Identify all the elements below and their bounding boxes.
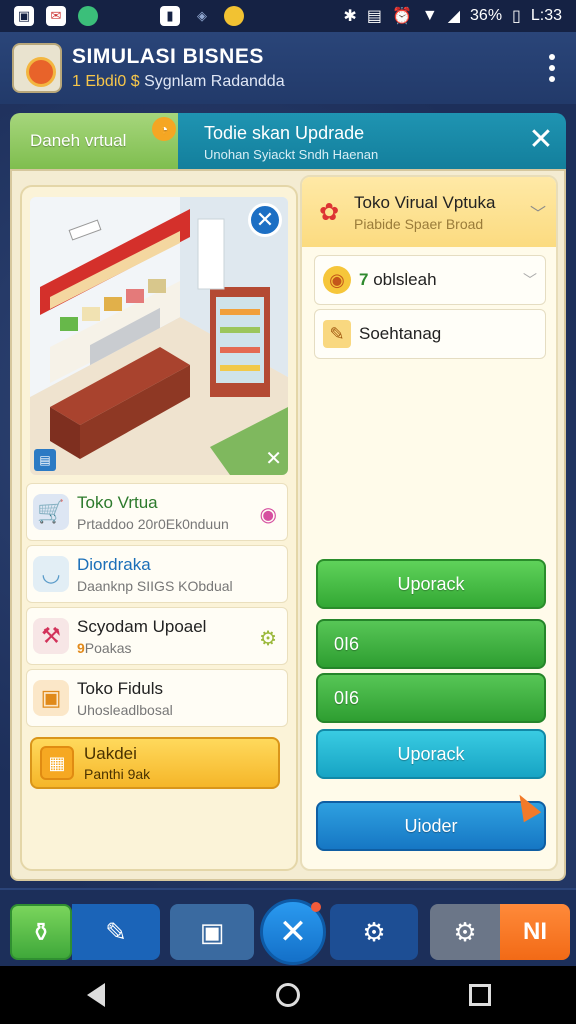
save-icon[interactable]: ▣ (170, 904, 254, 960)
bluetooth-icon: ✱ (343, 8, 357, 25)
alarm-icon: ⏰ (391, 8, 412, 25)
bookmark-icon: ▮ (160, 6, 180, 26)
upgrade-item[interactable]: ✎ Soehtanag (314, 309, 546, 359)
shield-icon: ◈ (197, 8, 207, 23)
system-nav-bar (0, 966, 576, 1024)
upgrade-header-subtitle: Piabide Spaer Broad (354, 215, 484, 232)
gear-icon[interactable]: ⚙ (430, 904, 500, 960)
nfc-icon: ▤ (366, 8, 382, 25)
hammer-icon: ⚒ (33, 618, 69, 654)
status-bar: ▣ ✉ ▮ ◈ ✱ ▤ ⏰ ▼ ◢ 36% ▯ L:33 (0, 0, 576, 32)
fries-icon[interactable]: ⚱ (10, 904, 72, 960)
note-icon: ✎ (323, 320, 351, 348)
battery-text: 36% (470, 7, 503, 24)
yellow-button-subtitle: Panthi 9ak (84, 766, 151, 782)
list-item[interactable]: 🛒 Toko Vrtua Prtaddoo 20r0Ek0nduun ◉ (26, 483, 288, 541)
tab-bar: Daneh vrtual ◔ Todie skan Updrade Unohan… (10, 113, 566, 169)
list-item-subtitle: Prtaddoo 20r0Ek0nduun (77, 515, 229, 532)
list-item-subtitle: Uhosleadlbosal (77, 701, 173, 718)
upgrade-item[interactable]: ◉ 7 oblsleah ﹀ (314, 255, 546, 305)
tab-upgrade[interactable]: Todie skan Updrade Unohan Syiackt Sndh H… (178, 113, 566, 169)
clock: L:33 (530, 7, 562, 24)
list-item[interactable]: ⚒ Scyodam Upoael 9Poakas ⚙ (26, 607, 288, 665)
timer-badge-icon: ◔ (152, 117, 176, 141)
more-menu-icon[interactable] (540, 50, 564, 86)
shop-scene-image: ✕ ▤ ✕ (30, 197, 288, 475)
yellow-button-title: Uakdei (84, 744, 137, 763)
app-header: SIMULASI BISNES 1 Ebdi0 $ Sygnlam Radand… (0, 32, 576, 104)
box-icon: ▣ (33, 680, 69, 716)
upgrade-button[interactable]: Uporack (316, 559, 546, 609)
list-item-subtitle: Daanknp SIIGS KObdual (77, 577, 233, 594)
list-item-subtitle: 9Poakas (77, 640, 206, 656)
upgrade-header-title: Toko Virual Vptuka (354, 192, 496, 212)
tab-virtual-label: Daneh vrtual (30, 131, 127, 150)
app-subtitle-text: Sygnlam Radandda (144, 73, 285, 90)
upgrade-item-label: 7 oblsleah (359, 270, 437, 290)
chevron-down-icon[interactable]: ﹀ (530, 200, 546, 224)
list-item[interactable]: ◡ Diordraka Daanknp SIIGS KObdual (26, 545, 288, 603)
list-item[interactable]: ▣ Toko Fiduls Uhosleadlbosal (26, 669, 288, 727)
upgrade-column: ✿ Toko Virual Vptuka Piabide Spaer Broad… (300, 175, 558, 871)
cart-icon: 🛒 (33, 494, 69, 530)
option-button[interactable]: 0I6 (316, 619, 546, 669)
wifi-icon: ▼ (421, 7, 438, 24)
list-item-title: Toko Fiduls (77, 678, 163, 698)
back-icon[interactable] (76, 975, 116, 1015)
close-icon[interactable]: ✕ (526, 125, 556, 155)
gallery-icon: ▣ (14, 6, 34, 26)
upgrade-item-prefix: 7 (359, 270, 369, 289)
list-item-highlight: 9 (77, 639, 85, 656)
yellow-action-button[interactable]: ▦ Uakdei Panthi 9ak (30, 737, 280, 789)
bottom-toolbar: ⚱ ✎ ▣ ✕ ⚙ ⚙ NI (0, 888, 576, 966)
app-subtitle: 1 Ebdi0 $ Sygnlam Radandda (72, 73, 285, 91)
coin-icon: ◉ (323, 266, 351, 294)
main-panel: ✕ ▤ ✕ 🛒 Toko Vrtua Prtaddoo 20r0Ek0nduun… (10, 169, 566, 881)
recents-icon[interactable] (460, 975, 500, 1015)
tab-upgrade-subtitle: Unohan Syiackt Sndh Haenan (204, 147, 379, 162)
balance-value: 1 Ebdi0 $ (72, 73, 140, 90)
close-button[interactable]: ✕ (260, 899, 326, 965)
scene-dismiss-icon[interactable]: ✕ (265, 446, 282, 471)
battery-icon: ▯ (512, 8, 521, 25)
candy-icon: ◉ (259, 504, 277, 526)
upload-button[interactable]: Uioder (316, 789, 546, 851)
home-icon[interactable] (268, 975, 308, 1015)
list-item-subtitle-text: Poakas (84, 639, 132, 656)
option-button[interactable]: 0I6 (316, 673, 546, 723)
tab-virtual[interactable]: Daneh vrtual ◔ (10, 113, 182, 169)
upgrade-item-label: Soehtanag (359, 324, 442, 343)
app-logo (12, 43, 62, 93)
upgrade-item-text: oblsleah (373, 270, 437, 289)
notes-icon[interactable]: ✎ (72, 904, 160, 960)
shop-column: ✕ ▤ ✕ 🛒 Toko Vrtua Prtaddoo 20r0Ek0nduun… (20, 185, 298, 871)
circle-icon (78, 6, 98, 26)
list-item-title: Toko Vrtua (77, 492, 158, 512)
upgrade-header[interactable]: ✿ Toko Virual Vptuka Piabide Spaer Broad… (302, 177, 556, 247)
chevron-down-icon[interactable]: ﹀ (523, 270, 537, 290)
settings-icon[interactable]: ⚙ (330, 904, 418, 960)
notification-dot (311, 902, 321, 912)
scene-close-button[interactable]: ✕ (248, 203, 282, 237)
cursor-icon (510, 789, 542, 823)
shop-illustration (30, 197, 288, 475)
mail-icon: ✉ (46, 6, 66, 26)
signal-icon: ◢ (447, 8, 461, 25)
gift-icon: ✿ (318, 198, 340, 226)
tab-upgrade-title: Todie skan Updrade (204, 123, 365, 143)
list-item-title: Diordraka (77, 554, 151, 574)
coin-icon (224, 6, 244, 26)
shop-list: 🛒 Toko Vrtua Prtaddoo 20r0Ek0nduun ◉ ◡ D… (26, 483, 288, 731)
ni-button[interactable]: NI (500, 904, 570, 960)
tools-icon: ⚙ (259, 628, 277, 650)
list-item-title: Scyodam Upoael (77, 616, 207, 636)
app-title: SIMULASI BISNES (72, 45, 264, 68)
grid-icon: ▦ (40, 746, 74, 780)
upload-button-label: Uioder (404, 815, 458, 836)
upgrade-button[interactable]: Uporack (316, 729, 546, 779)
bowl-icon: ◡ (33, 556, 69, 592)
shop-badge-icon: ▤ (34, 449, 56, 471)
